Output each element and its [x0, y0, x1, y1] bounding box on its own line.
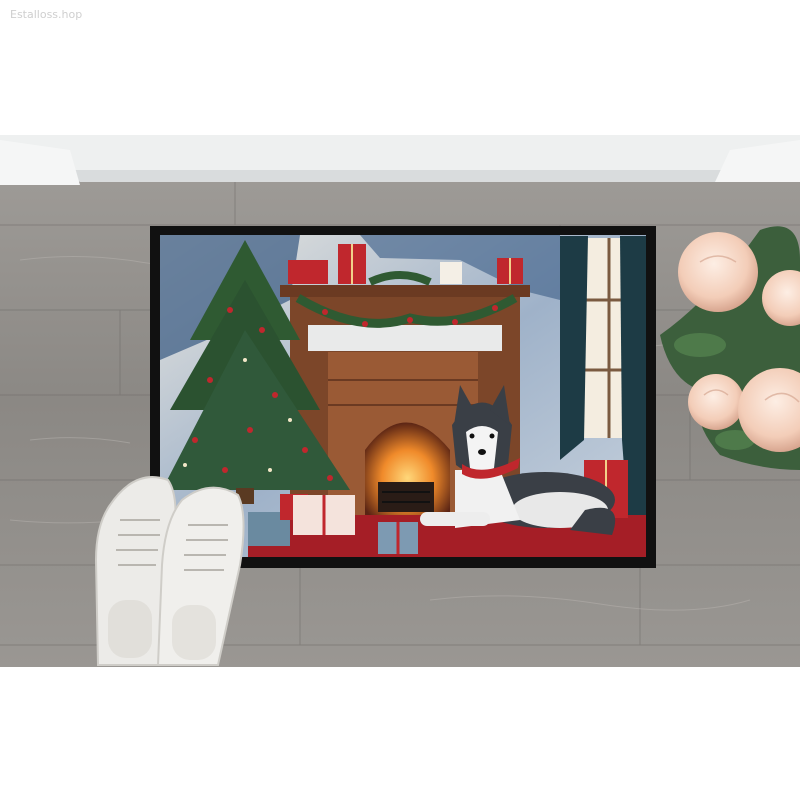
- sneakers-icon: [94, 476, 245, 666]
- door-threshold: [0, 135, 800, 185]
- doormat-photo: [0, 135, 800, 667]
